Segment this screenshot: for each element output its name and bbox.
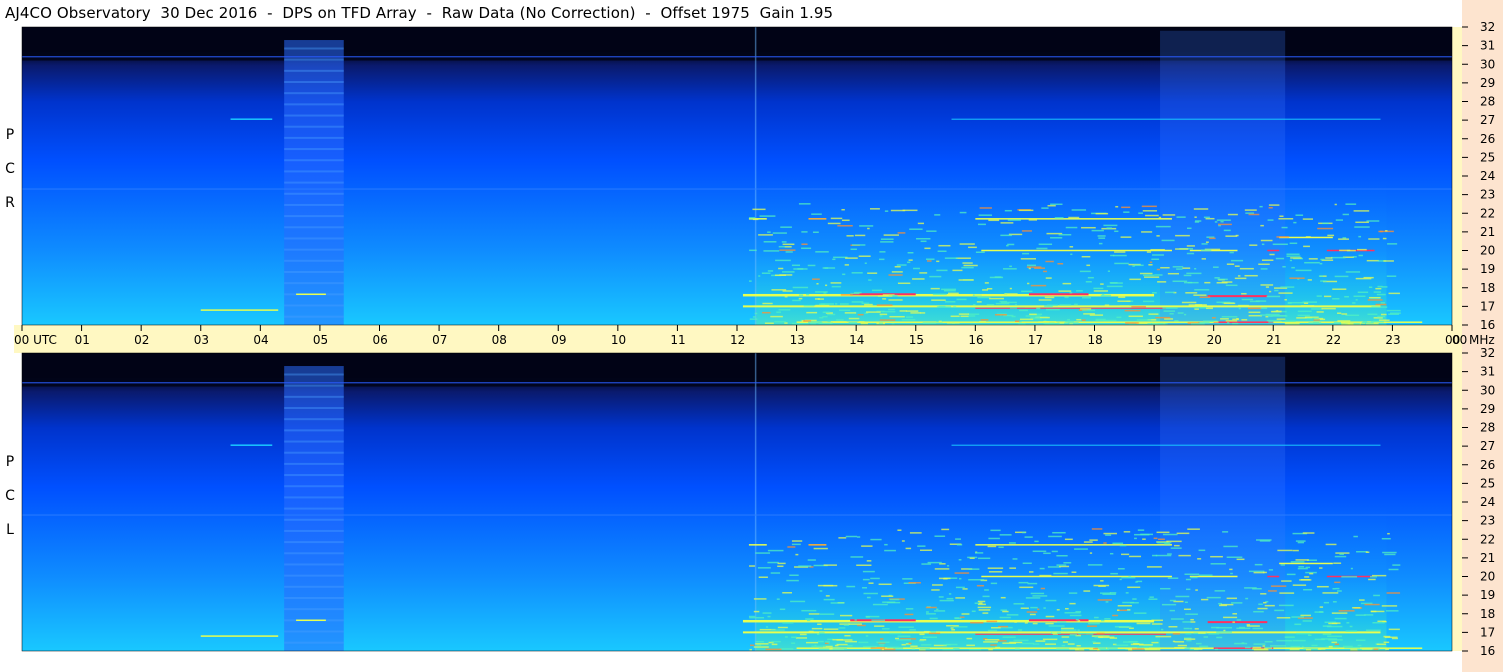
time-tick-label: 01 [75, 333, 90, 347]
freq-tick-label: 21 [1480, 551, 1495, 565]
time-tick-label: 18 [1088, 333, 1103, 347]
freq-tick-label: 19 [1480, 588, 1495, 602]
freq-tick-label: 31 [1480, 365, 1495, 379]
freq-unit-label: MHz [1469, 333, 1495, 347]
time-tick-label: 07 [432, 333, 447, 347]
freq-tick-label: 24 [1480, 495, 1495, 509]
freq-tick-label: 28 [1480, 421, 1495, 435]
time-tick-label: 08 [492, 333, 507, 347]
time-tick-label: 11 [670, 333, 685, 347]
freq-tick-label: 17 [1480, 625, 1495, 639]
freq-tick-label: 20 [1480, 244, 1495, 258]
time-tick-label: 00 UTC [14, 333, 57, 347]
freq-tick-label: 27 [1480, 439, 1495, 453]
panel-frame [21, 352, 1453, 652]
panel-frame [21, 26, 1453, 326]
freq-tick-label: 23 [1480, 188, 1495, 202]
freq-tick-label: 24 [1480, 169, 1495, 183]
time-tick-label: 20 [1207, 333, 1222, 347]
freq-tick-label: 29 [1480, 76, 1495, 90]
freq-tick-label: 32 [1480, 346, 1495, 360]
time-tick-label: 06 [373, 333, 388, 347]
freq-tick-label: 22 [1480, 532, 1495, 546]
freq-tick-label: 16 [1480, 318, 1495, 332]
time-tick-label: 19 [1147, 333, 1162, 347]
time-tick-label: 15 [909, 333, 924, 347]
freq-tick-label: 20 [1480, 570, 1495, 584]
time-tick-label: 14 [849, 333, 864, 347]
time-tick-label: 13 [790, 333, 805, 347]
freq-tick-label: 29 [1480, 402, 1495, 416]
freq-tick-label: 26 [1480, 132, 1495, 146]
freq-tick-label: 26 [1480, 458, 1495, 472]
time-tick-label: 22 [1326, 333, 1341, 347]
time-tick-label: 16 [968, 333, 983, 347]
freq-tick-label: 23 [1480, 514, 1495, 528]
time-tick-label: 12 [730, 333, 745, 347]
freq-tick-label: 25 [1480, 476, 1495, 490]
freq-tick-label: 16 [1480, 644, 1495, 658]
time-tick-label: 05 [313, 333, 328, 347]
time-tick-label: 02 [134, 333, 149, 347]
freq-tick-label: 17 [1480, 299, 1495, 313]
time-tick-label: 09 [551, 333, 566, 347]
freq-tick-label: 30 [1480, 383, 1495, 397]
freq-tick-label: 30 [1480, 57, 1495, 71]
freq-tick-label: 19 [1480, 262, 1495, 276]
freq-tick-label: 31 [1480, 39, 1495, 53]
time-tick-label: 10 [611, 333, 626, 347]
freq-tick-label: 25 [1480, 150, 1495, 164]
time-tick-label: 21 [1266, 333, 1281, 347]
time-tick-label: 04 [253, 333, 268, 347]
freq-tick-label: 27 [1480, 113, 1495, 127]
freq-tick-label: 21 [1480, 225, 1495, 239]
time-tick-label: 17 [1028, 333, 1043, 347]
time-tick-label: 03 [194, 333, 209, 347]
axes-overlay: 00 UTC 01 02 03 04 05 06 07 08 09 10 11 12 13 14 15 16 17… [14, 20, 1495, 658]
time-tick-label: 23 [1385, 333, 1400, 347]
freq-tick-label: 22 [1480, 206, 1495, 220]
freq-tick-label: 18 [1480, 281, 1495, 295]
freq-tick-label: 28 [1480, 95, 1495, 109]
freq-tick-label: 18 [1480, 607, 1495, 621]
freq-tick-label: 32 [1480, 20, 1495, 34]
time-end-label: 00 [1452, 333, 1467, 347]
